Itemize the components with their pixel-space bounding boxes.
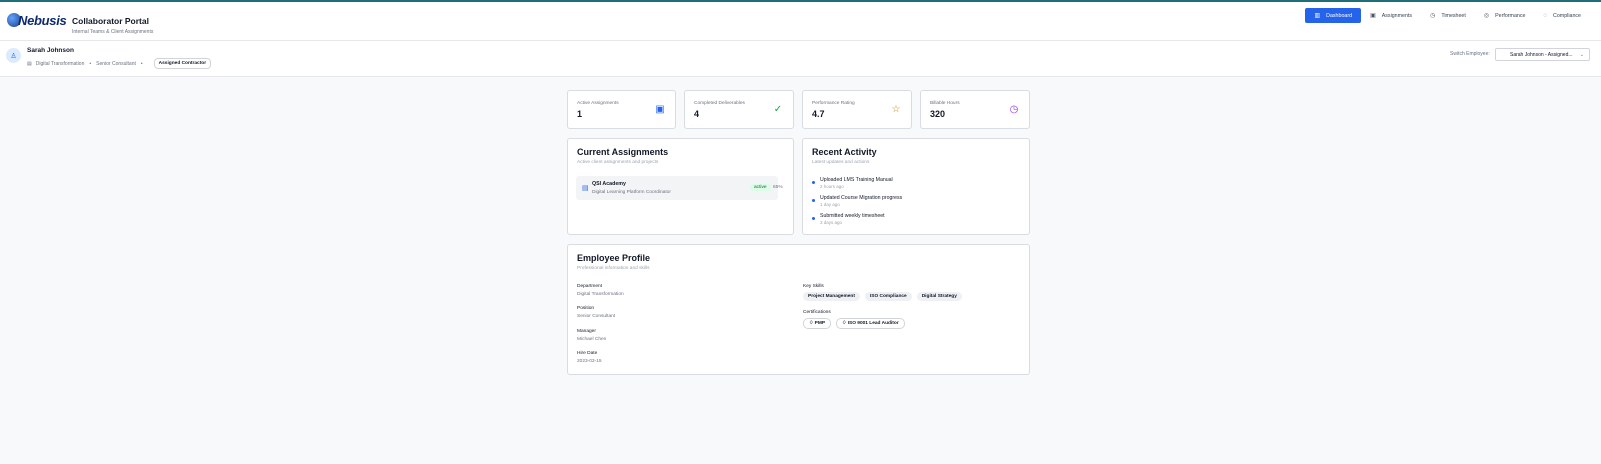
check-circle-icon: ✓ [773, 103, 783, 115]
target-icon: ◎ [1483, 13, 1490, 19]
building-icon: ▤ [27, 60, 32, 67]
card-title: Current Assignments [577, 147, 669, 157]
nav-dashboard-label: Dashboard [1326, 12, 1353, 19]
stat-label: Active Assignments [577, 101, 619, 106]
assignment-role: Digital Learning Platform Coordinator [592, 190, 671, 195]
switch-employee-select[interactable]: Sarah Johnson - Assigned... ⌄ [1495, 48, 1590, 61]
nav-assignments-label: Assignments [1381, 12, 1413, 19]
chevron-down-icon: ⌄ [1579, 52, 1584, 58]
app-title: Collaborator Portal [72, 16, 149, 26]
current-assignments-card: Current Assignments Active client assign… [567, 138, 794, 235]
stat-label: Billable Hours [930, 101, 960, 106]
stat-card-completed-deliverables: Completed Deliverables 4 ✓ [684, 90, 794, 129]
stat-card-active-assignments: Active Assignments 1 ▣ [567, 90, 676, 129]
nav-compliance-label: Compliance [1553, 12, 1581, 19]
activity-time: 3 days ago [820, 220, 843, 225]
field-value-position: Senior Consultant [577, 314, 616, 319]
building-icon: ▤ [582, 185, 589, 192]
stat-value: 4.7 [812, 109, 825, 119]
briefcase-icon: ▣ [1370, 13, 1376, 19]
role-badge: Assigned Contractor [153, 58, 212, 69]
app-subtitle: Internal Teams & Client Assignments [72, 29, 154, 35]
skills-list: Project Management ISO Compliance Digita… [803, 292, 962, 301]
nav-performance-label: Performance [1495, 12, 1526, 19]
skill-chip: Digital Strategy [916, 292, 962, 301]
activity-dot [812, 199, 815, 202]
briefcase-icon: ▣ [655, 103, 665, 115]
stat-value: 320 [930, 109, 946, 119]
stat-label: Completed Deliverables [694, 101, 745, 106]
stat-value: 1 [577, 109, 583, 119]
logo-text: Nebusis [18, 12, 67, 28]
clock-icon: ◷ [1009, 103, 1019, 115]
chart-icon: ▥ [1314, 13, 1321, 19]
stat-label: Performance Rating [812, 101, 855, 106]
skill-chip: ISO Compliance [864, 292, 912, 301]
activity-dot [812, 181, 815, 184]
activity-title: Submitted weekly timesheet [820, 213, 885, 219]
activity-dot [812, 217, 815, 220]
nav-timesheet-label: Timesheet [1441, 12, 1466, 19]
activity-title: Uploaded LMS Training Manual [820, 177, 893, 183]
certification-name: ISO 9001 Lead Auditor [847, 321, 899, 326]
assignment-row[interactable]: ▤ QSI Academy Digital Learning Platform … [576, 176, 783, 200]
certifications-list: ♢ PMP ♢ ISO 9001 Lead Auditor [803, 318, 905, 329]
clock-icon: ◷ [1430, 13, 1436, 19]
card-subtitle: Latest updates and actions [812, 160, 870, 165]
key-skills-label: Key Skills [803, 284, 824, 289]
assignment-client: QSI Academy [592, 181, 626, 187]
switch-employee-value: Sarah Johnson - Assigned... [1510, 51, 1573, 58]
status-badge: active [750, 184, 771, 191]
employee-profile-card: Employee Profile Professional informatio… [567, 244, 1030, 375]
employee-department: Digital Transformation [35, 60, 85, 67]
nav-performance[interactable]: ◎ Performance [1475, 8, 1535, 23]
skill-chip: Project Management [803, 292, 860, 301]
card-title: Recent Activity [812, 147, 877, 157]
circle-check-icon: ◌ [1543, 12, 1548, 19]
separator: • [140, 60, 143, 67]
field-value-manager: Michael Chen [577, 337, 607, 342]
field-label-department: Department [577, 284, 603, 289]
avatar: ♙ [6, 48, 21, 63]
switch-employee-label: Switch Employee: [1450, 51, 1490, 57]
field-value-department: Digital Transformation [577, 292, 624, 297]
employee-meta: ▤ Digital Transformation • Senior Consul… [27, 58, 212, 69]
certifications-label: Certifications [803, 310, 831, 315]
nav-timesheet[interactable]: ◷ Timesheet [1421, 8, 1475, 23]
app-header: Nebusis Collaborator Portal Internal Tea… [0, 2, 1601, 41]
separator: • [89, 60, 92, 67]
stat-card-billable-hours: Billable Hours 320 ◷ [920, 90, 1030, 129]
card-subtitle: Active client assignments and projects [577, 160, 659, 165]
field-value-hire-date: 2023-03-15 [577, 359, 602, 364]
field-label-manager: Manager [577, 329, 596, 334]
employee-position: Senior Consultant [96, 60, 136, 67]
employee-bar: ♙ Sarah Johnson ▤ Digital Transformation… [0, 41, 1601, 77]
star-icon: ☆ [891, 103, 901, 115]
certification-name: PMP [814, 321, 826, 326]
stat-card-performance-rating: Performance Rating 4.7 ☆ [802, 90, 912, 129]
nav-assignments[interactable]: ▣ Assignments [1361, 8, 1421, 23]
assignment-progress: 65% [773, 185, 783, 190]
field-label-position: Position [577, 306, 595, 311]
nav-dashboard[interactable]: ▥ Dashboard [1305, 8, 1362, 23]
card-title: Employee Profile [577, 253, 651, 263]
nebusis-logo[interactable]: Nebusis [7, 11, 67, 29]
activity-time: 1 day ago [820, 202, 840, 207]
card-subtitle: Professional information and skills [577, 266, 650, 271]
certification-chip: ♢ PMP [803, 318, 832, 329]
employee-name: Sarah Johnson [27, 47, 74, 54]
nav-compliance[interactable]: ◌ Compliance [1534, 8, 1590, 23]
recent-activity-card: Recent Activity Latest updates and actio… [802, 138, 1030, 235]
stat-value: 4 [694, 109, 700, 119]
field-label-hire-date: Hire Date [577, 351, 598, 356]
main-nav: ▥ Dashboard ▣ Assignments ◷ Timesheet ◎ … [1305, 8, 1590, 23]
certification-chip: ♢ ISO 9001 Lead Auditor [836, 318, 905, 329]
activity-title: Updated Course Migration progress [820, 195, 903, 201]
user-icon: ♙ [10, 52, 17, 60]
activity-time: 2 hours ago [820, 184, 844, 189]
